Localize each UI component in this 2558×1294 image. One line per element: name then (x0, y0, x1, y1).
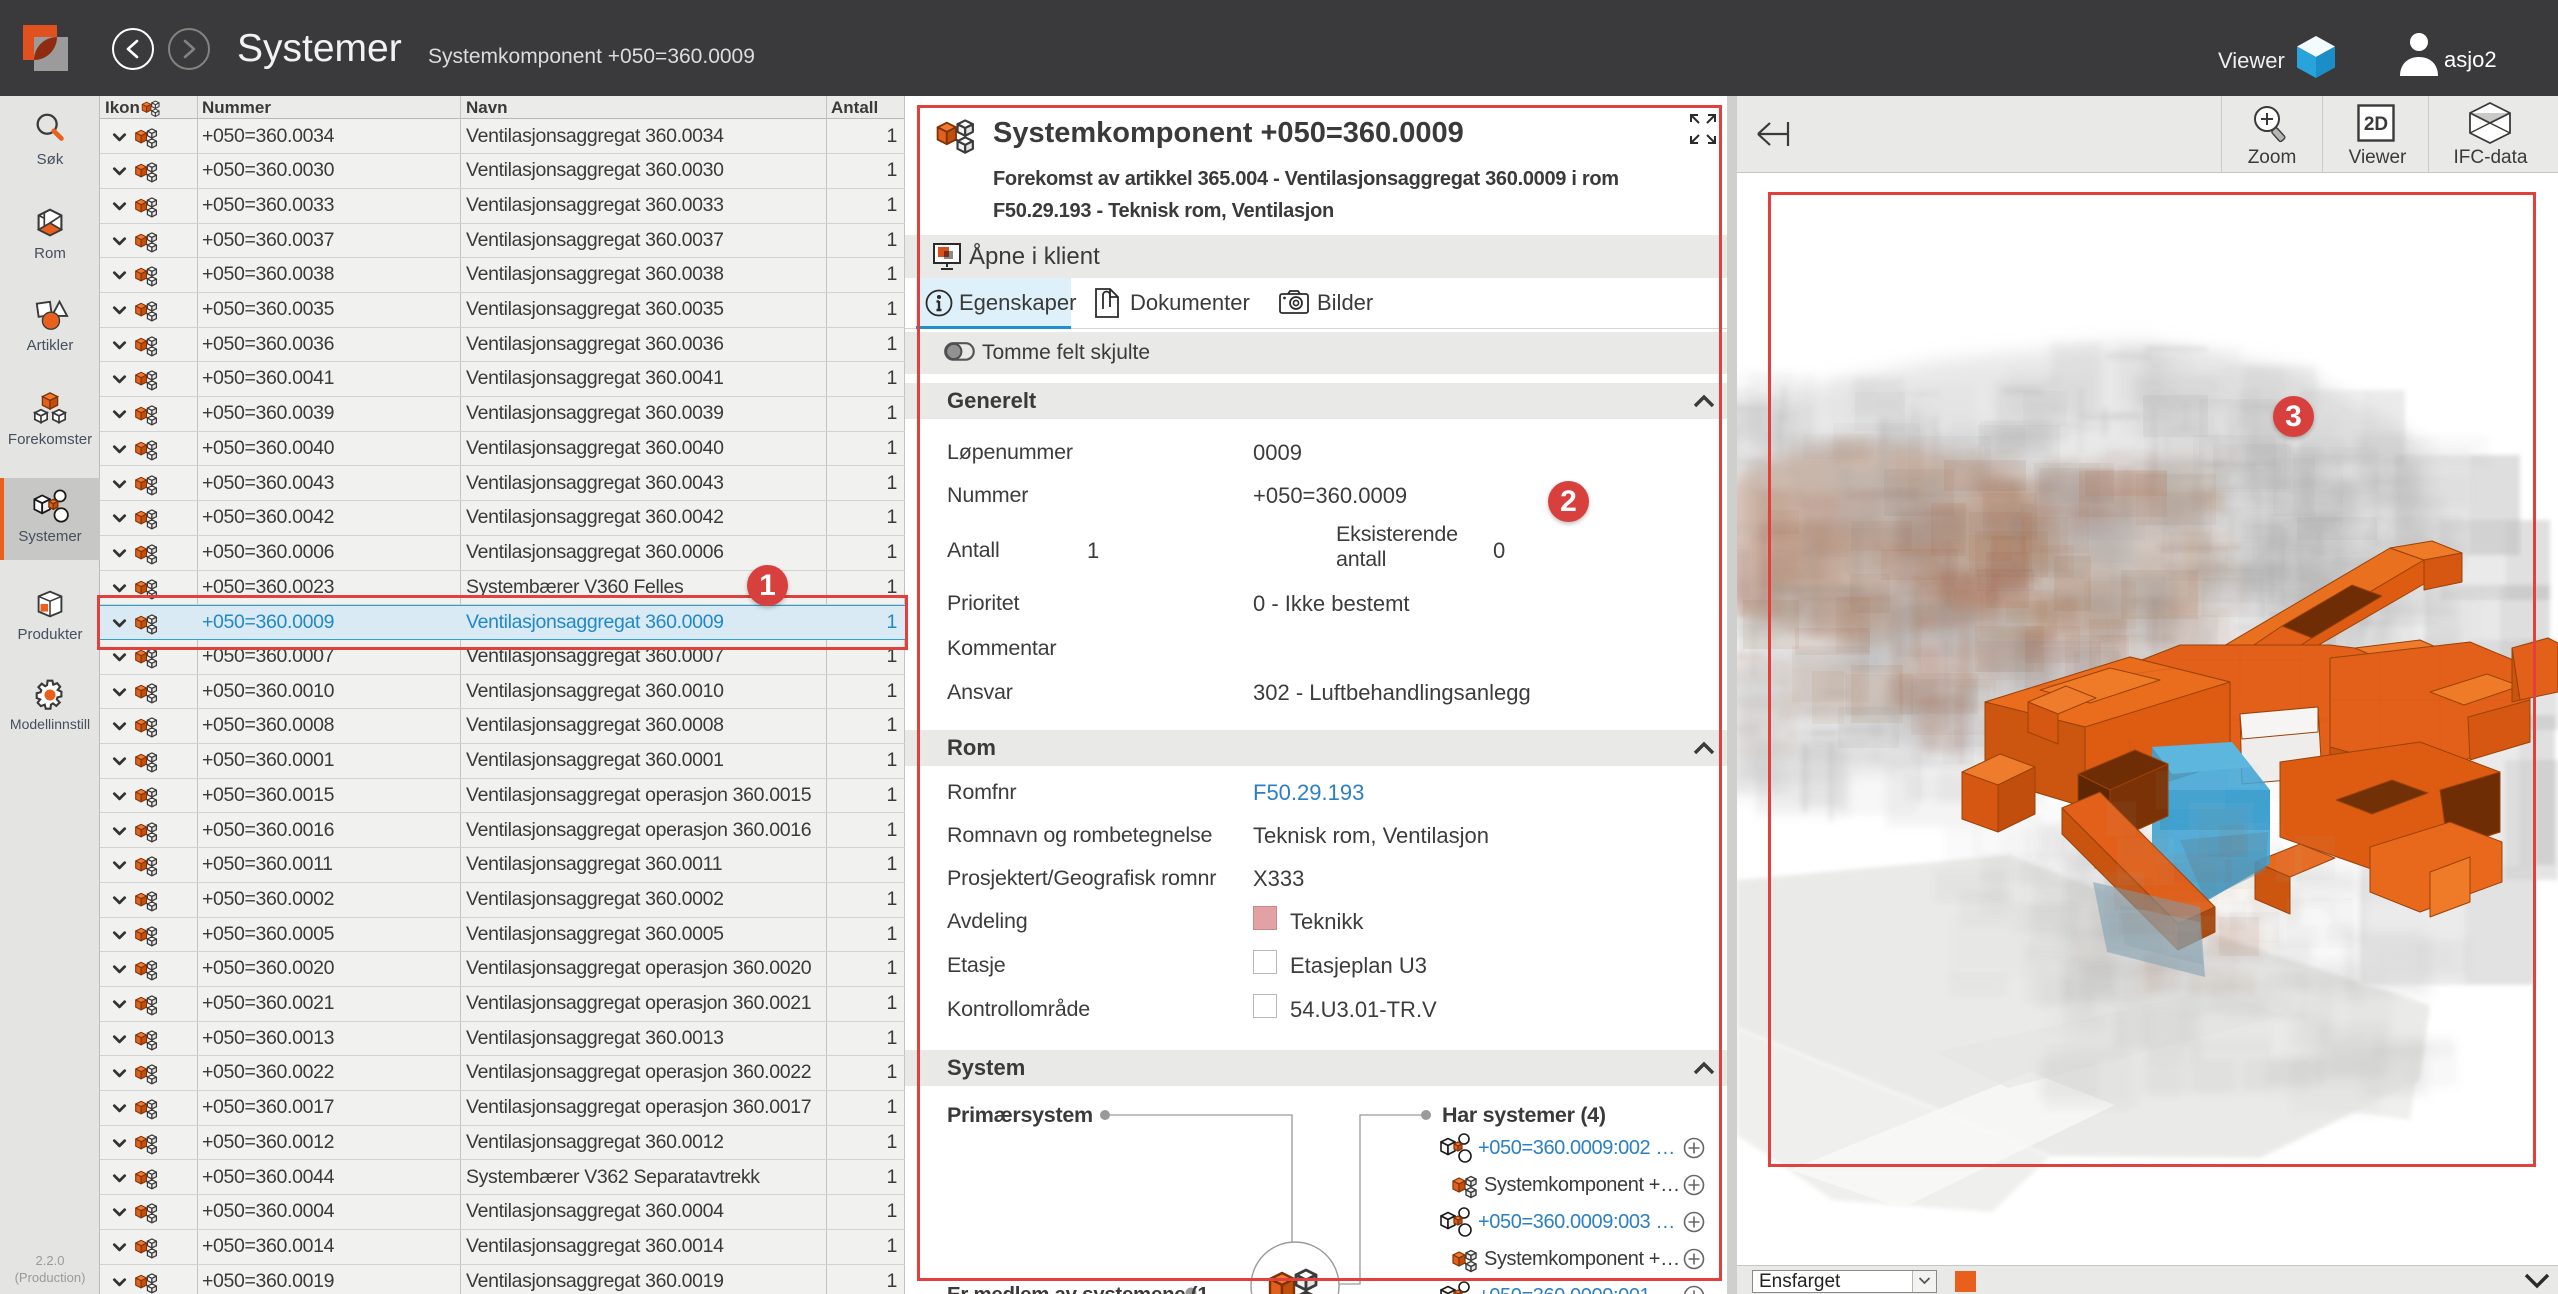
svg-text:2D: 2D (2364, 114, 2388, 135)
